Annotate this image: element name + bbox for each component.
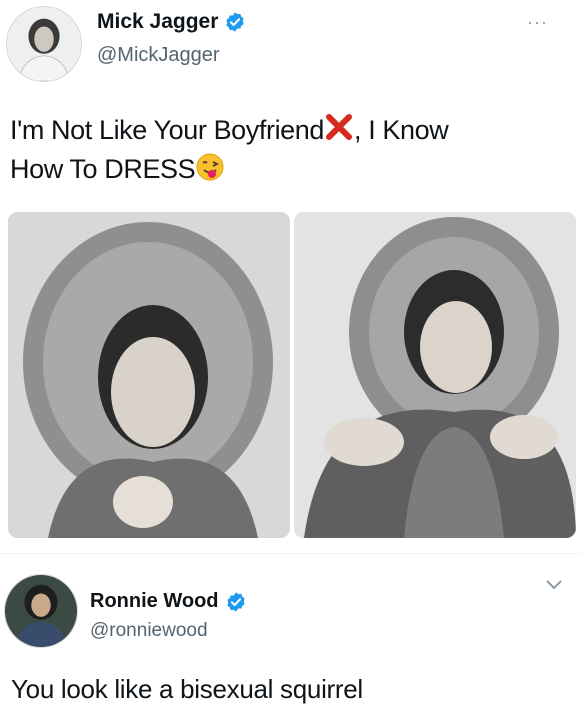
fur-hood-portrait-icon [8, 212, 290, 538]
tweet-header: Mick Jagger @MickJagger ··· [0, 0, 580, 90]
author-name-row: Mick Jagger [97, 10, 246, 34]
reply-name-row: Ronnie Wood [90, 590, 247, 613]
winking-tongue-emoji-icon [195, 152, 225, 191]
divider [0, 553, 580, 554]
red-cross-icon [324, 112, 354, 151]
tweet-text: I'm Not Like Your Boyfriend , I Know How … [10, 112, 570, 191]
reply-author-handle[interactable]: @ronniewood [90, 620, 208, 642]
avatar[interactable] [6, 6, 82, 82]
tweet-text-line1-end: , I Know [354, 115, 449, 145]
verified-badge-icon [225, 591, 247, 613]
profile-photo-icon [7, 7, 81, 81]
more-options-icon[interactable]: ··· [527, 12, 548, 33]
tweet-text-line1: I'm Not Like Your Boyfriend [10, 115, 325, 145]
profile-photo-icon [5, 575, 77, 647]
reply-author-name[interactable]: Ronnie Wood [90, 590, 219, 613]
reply-avatar[interactable] [4, 574, 78, 648]
verified-badge-icon [224, 11, 246, 33]
reply-text: You look like a bisexual squirrel [11, 674, 363, 704]
tweet-text-line2: How To DRESS [10, 154, 196, 185]
photo-right[interactable] [294, 212, 576, 538]
photo-left[interactable] [8, 212, 290, 538]
chevron-down-icon[interactable] [544, 578, 564, 597]
tweet-photos [8, 212, 576, 538]
author-name[interactable]: Mick Jagger [97, 10, 218, 34]
fur-hood-portrait-icon [294, 212, 576, 538]
author-handle[interactable]: @MickJagger [97, 44, 220, 67]
